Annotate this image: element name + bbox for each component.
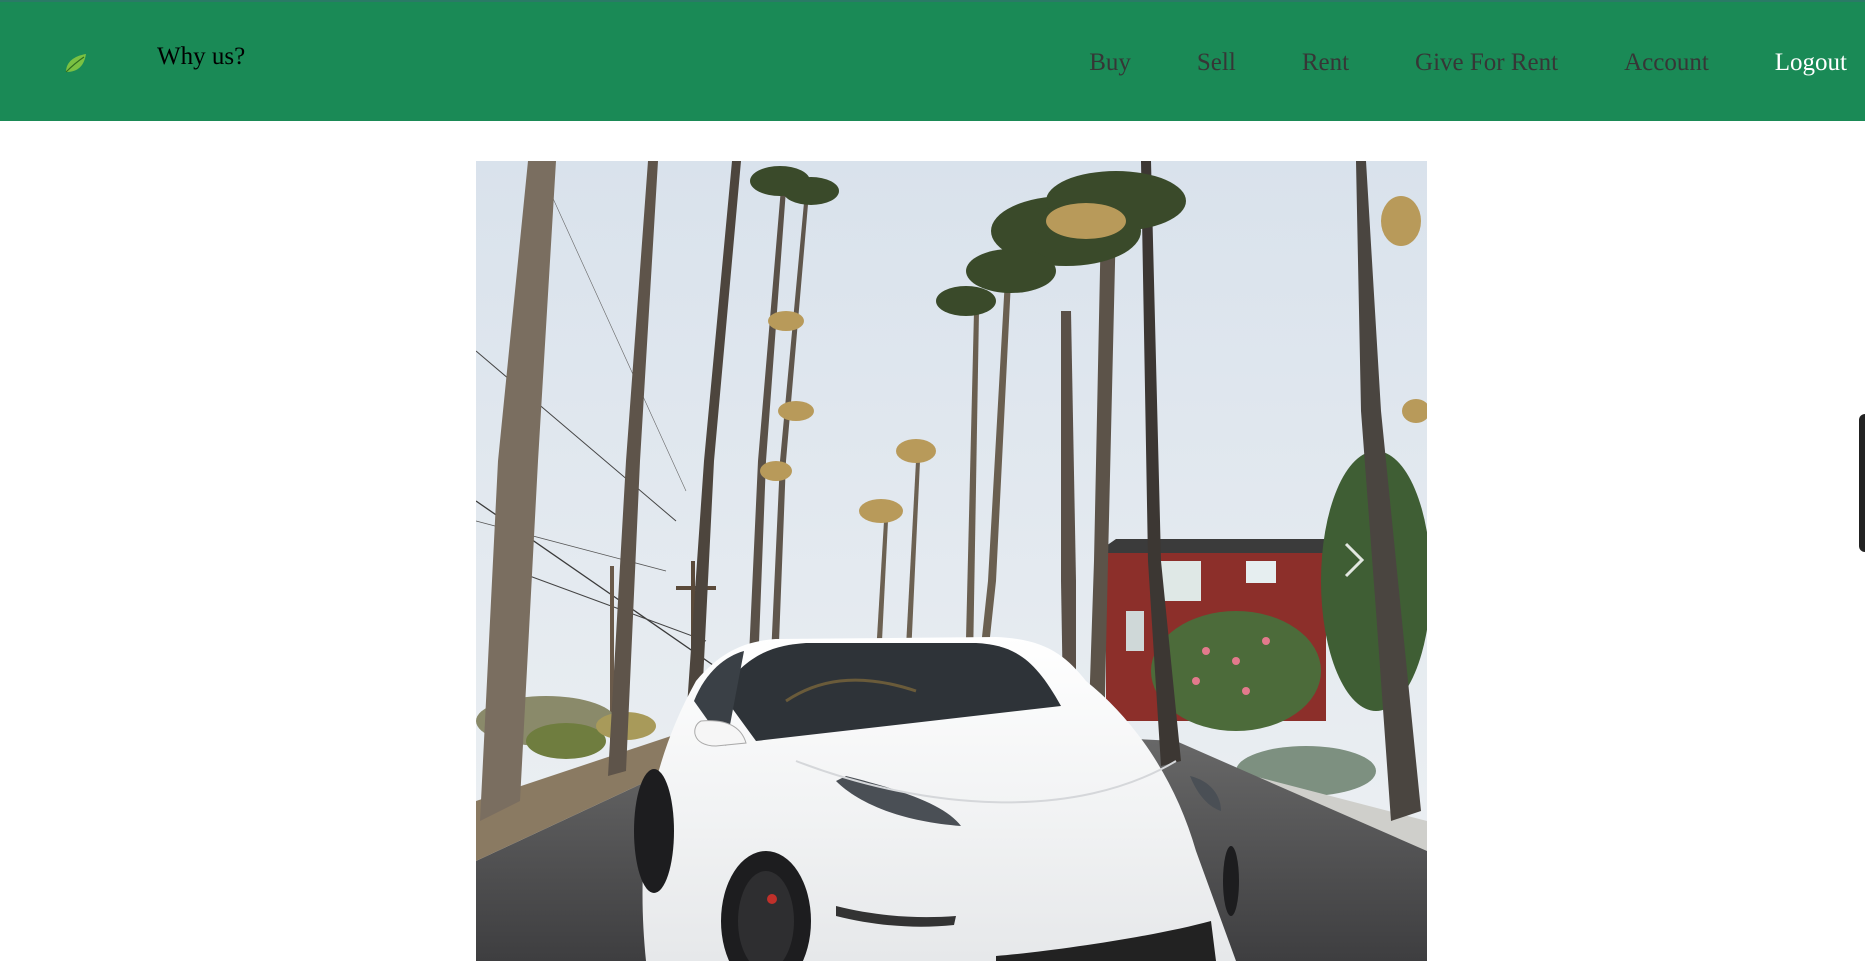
nav-rent-link[interactable]: Rent xyxy=(1302,48,1349,78)
nav-account-link[interactable]: Account xyxy=(1624,48,1709,78)
hero-car-photo xyxy=(476,161,1427,961)
nav-buy-link[interactable]: Buy xyxy=(1089,48,1131,78)
nav-give-for-rent-link[interactable]: Give For Rent xyxy=(1415,48,1558,78)
logout-button[interactable]: Logout xyxy=(1775,48,1847,78)
top-navbar: Why us? Buy Sell Rent Give For Rent Acco… xyxy=(0,0,1865,121)
chevron-right-icon[interactable] xyxy=(1338,540,1368,580)
main-nav: Buy Sell Rent Give For Rent Account Logo… xyxy=(1089,48,1865,78)
nav-sell-link[interactable]: Sell xyxy=(1197,48,1236,78)
leaf-icon[interactable] xyxy=(60,48,90,78)
side-panel-tab[interactable] xyxy=(1859,414,1865,552)
why-us-link[interactable]: Why us? xyxy=(157,42,245,72)
hero-image-carousel xyxy=(476,161,1427,961)
